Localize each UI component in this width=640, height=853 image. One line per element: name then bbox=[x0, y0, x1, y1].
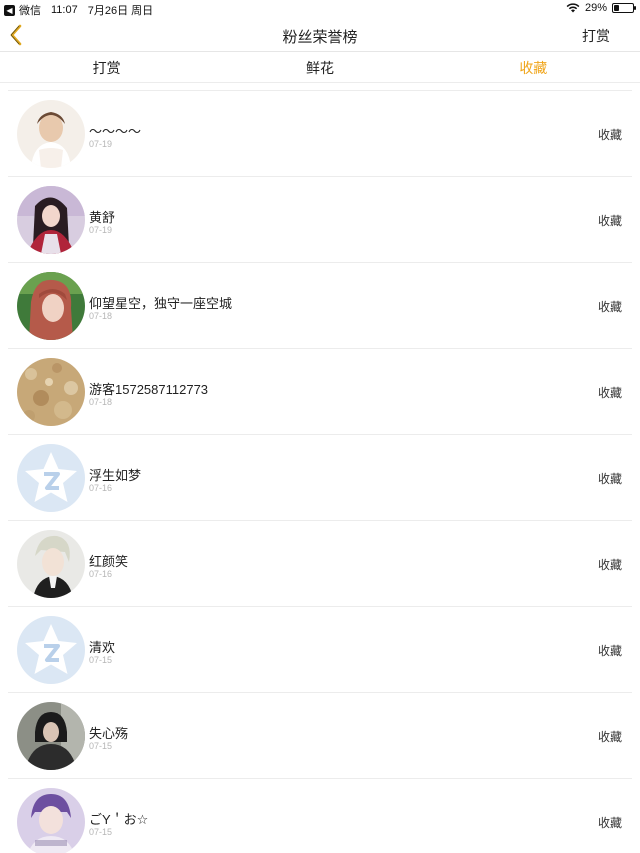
status-left: ◀ 微信 11:07 7月26日 周日 bbox=[4, 2, 153, 18]
nav-bar: 粉丝荣誉榜 打赏 bbox=[0, 18, 640, 52]
avatar[interactable] bbox=[17, 358, 85, 426]
avatar[interactable] bbox=[17, 530, 85, 598]
status-bar: ◀ 微信 11:07 7月26日 周日 29% bbox=[0, 0, 640, 18]
list-item[interactable]: 游客1572587112773 07-18 收藏 bbox=[8, 349, 632, 435]
list-item[interactable]: 失心殇 07-15 收藏 bbox=[8, 693, 632, 779]
favorite-label: 收藏 bbox=[597, 386, 622, 400]
favorite-label: 收藏 bbox=[597, 730, 622, 744]
tab-reward[interactable]: 打赏 bbox=[0, 53, 213, 82]
fan-name: ～～～～ bbox=[89, 124, 142, 139]
favorite-label: 收藏 bbox=[597, 816, 622, 830]
avatar[interactable] bbox=[17, 702, 85, 770]
favorite-label: 收藏 bbox=[597, 214, 622, 228]
avatar[interactable] bbox=[17, 100, 85, 168]
status-time: 11:07 bbox=[51, 4, 78, 16]
default-qq-avatar-icon[interactable] bbox=[17, 616, 85, 684]
fan-name: ごY＇お☆ bbox=[89, 812, 149, 827]
page-title: 粉丝荣誉榜 bbox=[282, 29, 358, 46]
tab-favorites[interactable]: 收藏 bbox=[427, 53, 640, 82]
list-item[interactable]: 清欢 07-15 收藏 bbox=[8, 607, 632, 693]
fan-name: 游客1572587112773 bbox=[89, 382, 209, 397]
list-item[interactable]: 黄舒 07-19 收藏 bbox=[8, 177, 632, 263]
fan-date: 07-18 bbox=[89, 311, 113, 321]
fan-name: 黄舒 bbox=[89, 210, 116, 225]
list-item[interactable]: ごY＇お☆ 07-15 收藏 bbox=[8, 779, 632, 853]
status-date: 7月26日 周日 bbox=[87, 5, 154, 17]
back-to-app-icon[interactable]: ◀ bbox=[4, 4, 15, 16]
fan-date: 07-18 bbox=[89, 397, 113, 407]
fan-list: ～～～～ 07-19 收藏 黄舒 07-19 收藏 仰望星空，独守一座空城 07… bbox=[8, 90, 632, 853]
fan-name: 仰望星空，独守一座空城 bbox=[89, 296, 233, 311]
fan-date: 07-16 bbox=[89, 483, 113, 493]
avatar[interactable] bbox=[17, 272, 85, 340]
fan-date: 07-15 bbox=[89, 655, 113, 665]
tab-bar: 打赏 鲜花 收藏 bbox=[0, 53, 640, 83]
favorite-label: 收藏 bbox=[597, 644, 622, 658]
default-qq-avatar-icon[interactable] bbox=[17, 444, 85, 512]
fan-date: 07-19 bbox=[89, 139, 113, 149]
fan-name: 清欢 bbox=[89, 640, 116, 655]
list-item[interactable]: 红颜笑 07-16 收藏 bbox=[8, 521, 632, 607]
list-item[interactable]: 浮生如梦 07-16 收藏 bbox=[8, 435, 632, 521]
fan-name: 红颜笑 bbox=[89, 554, 129, 569]
reward-button[interactable]: 打赏 bbox=[582, 26, 610, 46]
fan-date: 07-19 bbox=[89, 225, 113, 235]
status-right: 29% bbox=[566, 2, 636, 14]
wifi-icon bbox=[566, 3, 580, 13]
tab-flowers[interactable]: 鲜花 bbox=[213, 53, 426, 82]
fan-name: 浮生如梦 bbox=[89, 468, 142, 483]
fan-date: 07-15 bbox=[89, 827, 113, 837]
battery-icon bbox=[612, 3, 636, 13]
favorite-label: 收藏 bbox=[597, 128, 622, 142]
back-app-label[interactable]: 微信 bbox=[19, 2, 41, 18]
favorite-label: 收藏 bbox=[597, 300, 622, 314]
battery-fill bbox=[614, 5, 619, 11]
favorite-label: 收藏 bbox=[597, 472, 622, 486]
avatar[interactable] bbox=[17, 186, 85, 254]
favorite-label: 收藏 bbox=[597, 558, 622, 572]
list-item[interactable]: 仰望星空，独守一座空城 07-18 收藏 bbox=[8, 263, 632, 349]
fan-date: 07-15 bbox=[89, 741, 113, 751]
battery-percent: 29% bbox=[584, 2, 607, 14]
avatar[interactable] bbox=[17, 788, 85, 853]
fan-date: 07-16 bbox=[89, 569, 113, 579]
list-item[interactable]: ～～～～ 07-19 收藏 bbox=[8, 91, 632, 177]
fan-name: 失心殇 bbox=[89, 726, 129, 741]
